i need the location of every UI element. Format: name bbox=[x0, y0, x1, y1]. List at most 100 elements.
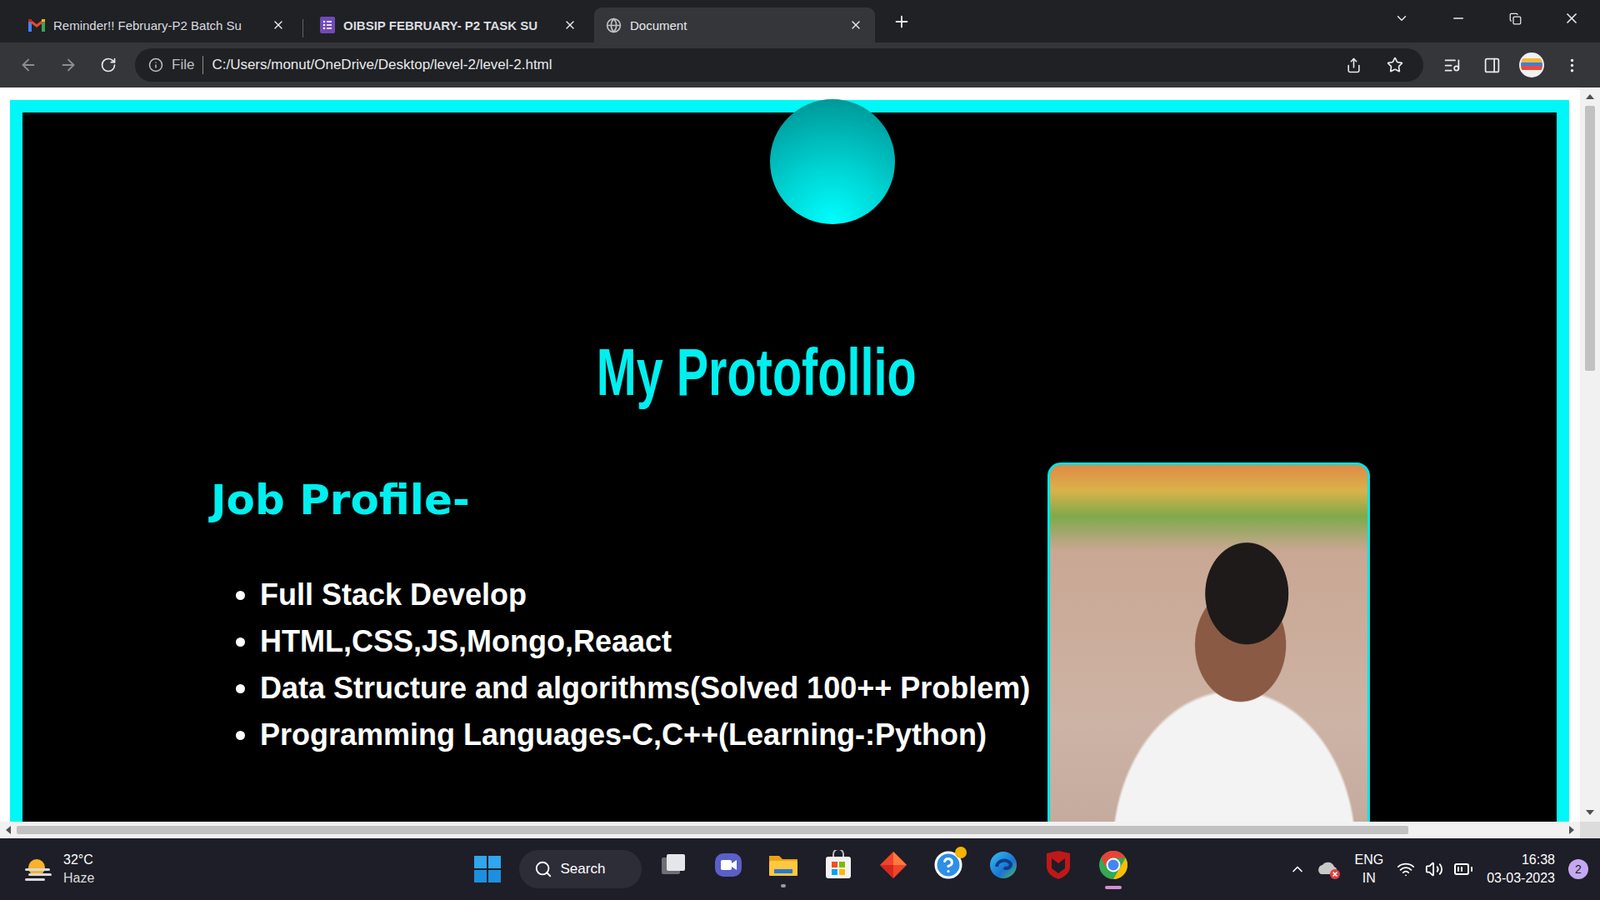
share-icon[interactable] bbox=[1345, 57, 1362, 74]
section-heading: Job Profile- bbox=[210, 475, 1045, 525]
info-icon[interactable] bbox=[148, 57, 164, 73]
bookmark-button[interactable] bbox=[1378, 51, 1412, 79]
onedrive-error-icon[interactable] bbox=[1315, 859, 1341, 880]
taskbar-app[interactable] bbox=[760, 844, 807, 895]
taskbar-app[interactable] bbox=[1090, 844, 1137, 895]
taskbar-search[interactable]: Search bbox=[519, 850, 642, 889]
search-label[interactable]: Search bbox=[560, 860, 606, 878]
minimize-button[interactable] bbox=[1430, 0, 1487, 37]
desktop-screen: Reminder!! February-P2 Batch Su OIBSIP FE… bbox=[0, 0, 1600, 900]
forward-button[interactable] bbox=[48, 48, 89, 82]
gmail-icon bbox=[28, 18, 45, 32]
share-button[interactable] bbox=[1336, 51, 1370, 79]
address-bar[interactable]: FileC:/Users/monut/OneDrive/Desktop/leve… bbox=[135, 48, 1424, 82]
arrow-left-icon[interactable] bbox=[19, 55, 38, 75]
media-list-icon[interactable] bbox=[1443, 56, 1461, 75]
portfolio-frame: My ProtofollioJob Profile-Full Stack Dev… bbox=[10, 100, 1570, 822]
vertical-scroll-track[interactable] bbox=[1580, 105, 1600, 804]
tab-strip: Reminder!! February-P2 Batch Su OIBSIP FE… bbox=[0, 0, 1600, 43]
volume-icon[interactable] bbox=[1425, 860, 1444, 879]
clock-date[interactable]: 03-03-2023 bbox=[1486, 869, 1555, 888]
reload-button[interactable] bbox=[88, 48, 129, 82]
windows-logo-icon[interactable] bbox=[473, 855, 502, 884]
vertical-scrollbar[interactable] bbox=[1580, 87, 1600, 822]
restore-button[interactable] bbox=[1486, 0, 1544, 37]
scroll-up-arrow[interactable] bbox=[1585, 94, 1595, 100]
app-indicator bbox=[1105, 885, 1122, 890]
browser-toolbar: FileC:/Users/monut/OneDrive/Desktop/leve… bbox=[0, 42, 1600, 88]
weather-widget[interactable]: 32°CHaze bbox=[11, 850, 465, 888]
profile-photo bbox=[1047, 462, 1370, 822]
browser-tab[interactable]: Document bbox=[594, 7, 875, 43]
address-divider bbox=[202, 55, 204, 75]
close-icon[interactable] bbox=[563, 18, 577, 32]
arrow-right-icon[interactable] bbox=[59, 55, 78, 75]
tab-close-button[interactable] bbox=[846, 15, 865, 35]
vertical-scroll-thumb[interactable] bbox=[1585, 105, 1595, 371]
browser-tab[interactable]: Reminder!! February-P2 Batch Su bbox=[16, 7, 298, 43]
profile-button[interactable] bbox=[1511, 48, 1552, 82]
horizontal-scroll-track[interactable] bbox=[16, 821, 1564, 839]
tab-list: Reminder!! February-P2 Batch Su OIBSIP FE… bbox=[16, 7, 875, 43]
horizontal-scroll-thumb[interactable] bbox=[16, 825, 1409, 835]
tab-search-button[interactable] bbox=[1373, 0, 1430, 37]
web-page: My ProtofollioJob Profile-Full Stack Dev… bbox=[0, 87, 1580, 822]
back-button[interactable] bbox=[8, 48, 49, 82]
side-panel-button[interactable] bbox=[1471, 48, 1512, 82]
tab-label[interactable]: Reminder!! February-P2 Batch Su bbox=[53, 18, 261, 33]
skill-item: Full Stack Develop bbox=[260, 571, 1045, 619]
close-icon[interactable] bbox=[849, 18, 863, 32]
start-button[interactable] bbox=[464, 844, 511, 895]
reload-icon[interactable] bbox=[100, 56, 117, 74]
app-indicator bbox=[945, 885, 951, 889]
star-icon[interactable] bbox=[1386, 56, 1404, 74]
scroll-down-arrow[interactable] bbox=[1585, 810, 1595, 815]
chevron-up-icon[interactable] bbox=[1289, 860, 1306, 878]
taskbar-app[interactable] bbox=[1035, 844, 1082, 895]
clock[interactable]: 16:3803-03-2023 bbox=[1486, 850, 1555, 888]
clock-time[interactable]: 16:38 bbox=[1521, 850, 1555, 870]
tab-close-button[interactable] bbox=[269, 15, 288, 35]
close-window-button[interactable] bbox=[1543, 0, 1600, 37]
media-button[interactable] bbox=[1431, 48, 1472, 82]
taskbar-app[interactable] bbox=[980, 844, 1027, 895]
wifi-icon[interactable] bbox=[1396, 860, 1415, 879]
url-text[interactable]: C:/Users/monut/OneDrive/Desktop/level-2/… bbox=[211, 56, 1329, 74]
new-tab-button[interactable] bbox=[886, 6, 917, 37]
restore-icon[interactable] bbox=[1509, 12, 1522, 25]
scroll-left-arrow[interactable] bbox=[5, 825, 11, 835]
tab-close-button[interactable] bbox=[560, 15, 580, 35]
taskbar-app[interactable] bbox=[650, 844, 697, 895]
taskbar-app[interactable] bbox=[870, 844, 917, 895]
chevron-down-icon[interactable] bbox=[1394, 10, 1410, 26]
close-window-icon[interactable] bbox=[1563, 10, 1580, 27]
update-dot-icon bbox=[955, 846, 967, 859]
forms-icon bbox=[320, 16, 335, 34]
profile-row: Job Profile-Full Stack DevelopHTML,CSS,J… bbox=[22, 414, 1557, 822]
taskbar-app[interactable] bbox=[815, 844, 862, 895]
close-icon[interactable] bbox=[271, 18, 285, 32]
profile-avatar[interactable] bbox=[1519, 52, 1545, 78]
edge-icon bbox=[988, 850, 1019, 880]
browser-tab[interactable]: OIBSIP FEBRUARY- P2 TASK SU bbox=[308, 7, 590, 43]
notification-badge[interactable]: 2 bbox=[1568, 859, 1589, 880]
tab-label[interactable]: OIBSIP FEBRUARY- P2 TASK SU bbox=[343, 18, 553, 33]
side-panel-icon[interactable] bbox=[1483, 56, 1501, 75]
menu-button[interactable] bbox=[1551, 48, 1592, 82]
temperature: 32°C bbox=[63, 850, 94, 870]
system-tray: ENGIN 16:3803-03-2023 2 bbox=[1136, 850, 1590, 888]
taskbar-app[interactable] bbox=[705, 844, 752, 895]
haze-sun-icon[interactable] bbox=[23, 855, 54, 883]
red-diamond-app-icon bbox=[878, 850, 909, 880]
tab-label[interactable]: Document bbox=[630, 18, 839, 33]
horizontal-scrollbar[interactable] bbox=[0, 821, 1600, 839]
taskbar-app[interactable] bbox=[925, 844, 972, 895]
more-icon[interactable] bbox=[1563, 56, 1581, 75]
minimize-icon[interactable] bbox=[1450, 10, 1466, 26]
search-icon[interactable] bbox=[534, 860, 553, 879]
battery-icon[interactable] bbox=[1453, 859, 1474, 880]
skill-item: Programming Languages-C,C++(Learning-:Py… bbox=[260, 711, 1045, 759]
plus-icon[interactable] bbox=[892, 12, 911, 31]
scroll-right-arrow[interactable] bbox=[1569, 825, 1575, 835]
language-indicator[interactable]: ENGIN bbox=[1354, 850, 1384, 888]
